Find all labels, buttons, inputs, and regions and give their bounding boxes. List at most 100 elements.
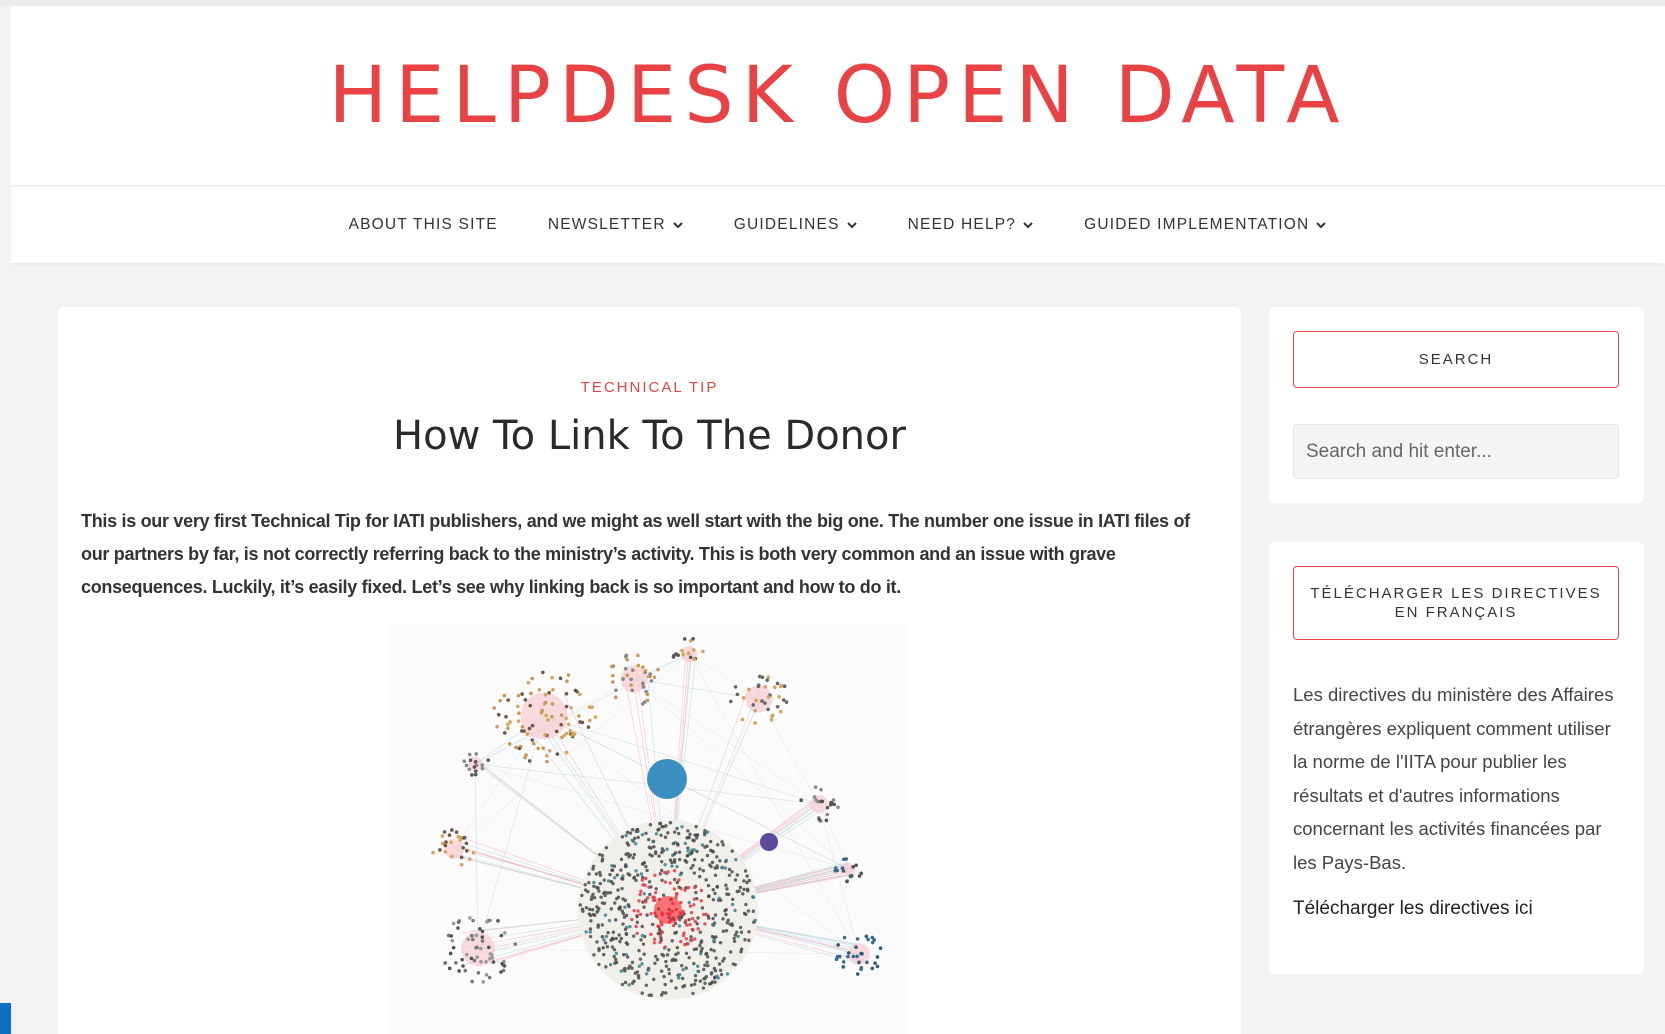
- download-link[interactable]: Télécharger les directives ici: [1293, 898, 1533, 920]
- graph-node: [756, 684, 761, 689]
- search-input[interactable]: [1293, 424, 1619, 479]
- graph-node: [592, 880, 596, 885]
- graph-node: [613, 695, 618, 700]
- graph-node: [471, 918, 475, 923]
- graph-node: [623, 666, 628, 671]
- graph-node: [474, 946, 478, 950]
- graph-node: [663, 880, 668, 884]
- graph-node: [645, 692, 650, 697]
- graph-node: [646, 968, 651, 972]
- graph-node: [733, 878, 738, 882]
- graph-node: [701, 986, 706, 990]
- graph-node: [457, 969, 461, 973]
- graph-node: [666, 831, 670, 835]
- graph-node: [689, 910, 694, 915]
- graph-node: [440, 834, 445, 838]
- graph-node: [760, 675, 765, 680]
- graph-node: [595, 910, 599, 914]
- graph-node: [590, 705, 594, 710]
- graph-node: [498, 698, 503, 703]
- graph-node: [648, 823, 653, 827]
- graph-node: [503, 931, 507, 935]
- graph-node: [487, 975, 492, 980]
- graph-node: [652, 941, 657, 945]
- graph-node: [581, 909, 585, 913]
- graph-node: [716, 843, 720, 847]
- graph-node: [476, 970, 481, 975]
- graph-node: [731, 897, 735, 902]
- graph-node: [680, 825, 684, 829]
- graph-node: [624, 833, 628, 838]
- nav-item-about[interactable]: ABOUT THIS SITE: [349, 216, 498, 234]
- graph-node: [611, 680, 615, 684]
- graph-node: [660, 847, 665, 851]
- nav-item-guidelines[interactable]: GUIDELINES: [734, 216, 858, 234]
- post-title[interactable]: How To Link To The Donor: [58, 413, 1241, 459]
- graph-node: [602, 938, 606, 942]
- graph-node: [760, 699, 764, 703]
- graph-node: [825, 805, 830, 810]
- graph-node: [727, 867, 732, 872]
- cluster-glow: [842, 862, 856, 876]
- graph-node: [600, 857, 605, 861]
- corner-badge[interactable]: [0, 1003, 11, 1034]
- graph-node: [449, 840, 453, 845]
- graph-node: [746, 909, 751, 913]
- graph-node: [590, 908, 595, 912]
- graph-node: [461, 964, 465, 968]
- graph-node: [718, 968, 723, 973]
- graph-node: [451, 921, 456, 926]
- graph-node: [530, 723, 535, 728]
- graph-node: [747, 938, 751, 943]
- graph-node: [851, 954, 856, 959]
- graph-node: [564, 716, 568, 721]
- graph-node: [686, 846, 690, 850]
- graph-node: [600, 923, 604, 927]
- post-category[interactable]: TECHNICAL TIP: [58, 379, 1241, 396]
- graph-node: [580, 893, 584, 898]
- graph-node: [568, 728, 572, 733]
- nav-item-guided-implementation[interactable]: GUIDED IMPLEMENTATION: [1084, 216, 1327, 234]
- graph-node: [595, 940, 599, 944]
- graph-node: [657, 927, 662, 932]
- graph-node: [668, 821, 673, 825]
- graph-node: [588, 934, 593, 939]
- graph-node: [467, 752, 472, 757]
- graph-node: [699, 949, 703, 953]
- graph-node: [584, 906, 589, 910]
- graph-node: [685, 836, 689, 840]
- graph-node: [605, 945, 610, 949]
- graph-node: [635, 920, 639, 924]
- nav-item-newsletter[interactable]: NEWSLETTER: [548, 216, 684, 234]
- graph-node: [699, 888, 704, 893]
- graph-node: [691, 991, 695, 996]
- graph-node: [464, 841, 469, 846]
- graph-node: [812, 795, 817, 799]
- graph-node: [620, 876, 624, 881]
- graph-node: [870, 935, 875, 940]
- graph-node: [479, 959, 483, 964]
- graph-node: [516, 711, 521, 715]
- graph-node: [649, 932, 653, 937]
- graph-node: [641, 942, 646, 946]
- graph-node: [473, 772, 478, 777]
- graph-node: [448, 951, 453, 956]
- graph-node: [485, 919, 489, 924]
- graph-node: [745, 874, 749, 878]
- graph-node: [646, 837, 651, 842]
- graph-node: [443, 961, 447, 965]
- graph-node: [692, 839, 696, 843]
- graph-node: [728, 950, 733, 954]
- graph-node: [708, 982, 712, 986]
- graph-node: [741, 892, 745, 896]
- graph-node: [644, 831, 648, 835]
- graph-node: [638, 892, 642, 897]
- graph-node: [691, 863, 695, 868]
- graph-node: [703, 981, 707, 985]
- graph-node: [673, 931, 677, 935]
- graph-node: [723, 866, 727, 870]
- nav-item-need-help[interactable]: NEED HELP?: [908, 216, 1034, 234]
- graph-node: [724, 912, 728, 917]
- site-title[interactable]: HELPDESK OPEN DATA: [328, 51, 1347, 141]
- graph-node: [651, 898, 656, 903]
